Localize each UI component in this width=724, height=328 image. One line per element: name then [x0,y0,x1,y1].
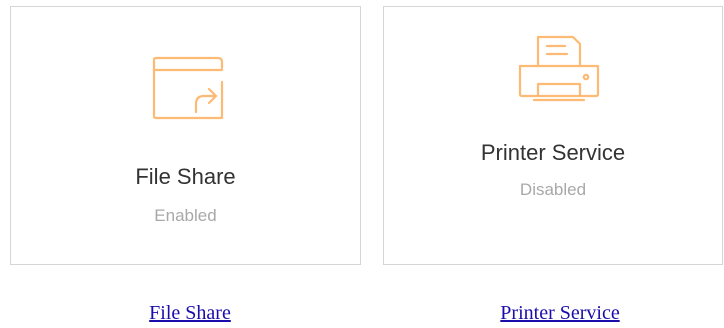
printer-service-card[interactable]: Printer Service Disabled [383,6,723,265]
file-share-status: Enabled [154,206,217,225]
file-share-title: File Share [135,164,236,189]
printer-service-link[interactable]: Printer Service [460,302,660,324]
printer-icon [518,35,600,102]
printer-service-status: Disabled [519,180,587,199]
file-share-icon [152,56,224,120]
file-share-link[interactable]: File Share [100,302,280,324]
file-share-card[interactable]: File Share Enabled [10,6,361,265]
printer-service-title: Printer Service [480,140,626,165]
